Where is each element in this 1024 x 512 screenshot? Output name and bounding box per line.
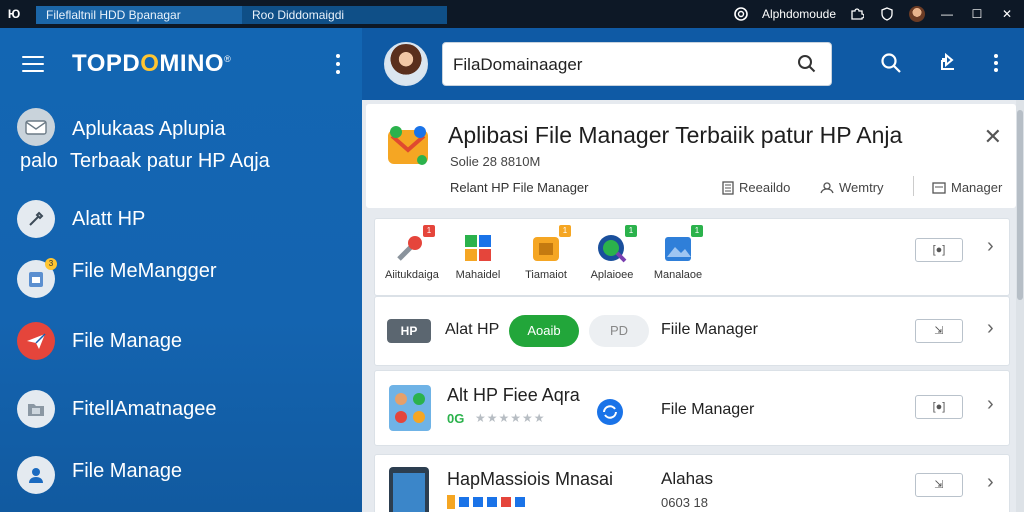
secondary-button[interactable]: PD — [589, 315, 649, 347]
sidebar-item-aplikasi[interactable]: Aplukaas Aplupia palo Terbaak patur HP A… — [0, 100, 362, 190]
item-category: Alahas — [661, 469, 713, 488]
app-tile-5[interactable]: 1 Manalaoe — [653, 225, 703, 281]
scrollbar-thumb[interactable] — [1017, 110, 1023, 300]
search-icon[interactable] — [797, 54, 817, 79]
item-meta: 0603 18 — [661, 495, 708, 510]
send-icon — [17, 322, 55, 360]
row-action-button[interactable]: [●] — [915, 395, 963, 419]
item-category: File Manager — [661, 401, 755, 418]
app-detail-card: Aplibasi File Manager Terbaiik patur HP … — [366, 104, 1016, 208]
manager-button[interactable]: Manager — [932, 180, 1002, 195]
more-options-icon[interactable] — [336, 54, 340, 74]
apps-row: 1 Aiitukdaiga Mahaidel 1 Tiamaiot 1 Apla… — [374, 218, 1010, 296]
hamburger-icon[interactable] — [22, 56, 44, 72]
chevron-right-icon[interactable]: › — [987, 471, 994, 494]
warranty-button[interactable]: Wemtry — [820, 180, 884, 195]
puzzle-icon[interactable] — [848, 5, 866, 23]
star-rating: ★★★★★★ — [475, 411, 546, 425]
app-meta: Relant HP File Manager — [450, 180, 589, 195]
hp-badge: HP — [387, 319, 431, 343]
content-area: Aplibasi File Manager Terbaiik patur HP … — [362, 100, 1024, 512]
app-tile-1[interactable]: 1 Aiitukdaiga — [385, 225, 439, 281]
image-icon: 1 — [661, 225, 703, 265]
globe-icon: 1 — [595, 225, 637, 265]
notification-badge: 3 — [45, 258, 57, 270]
folder-icon — [17, 390, 55, 428]
sidebar-item-prefix: palo — [20, 150, 58, 172]
sidebar: TOPDOMINO® Aplukaas Aplupia palo Terbaak… — [0, 28, 362, 512]
user-icon — [17, 456, 55, 494]
list-item-hapmassiois[interactable]: HapMassiois Mnasai Alahas 0603 18 ⇲ › — [374, 454, 1010, 512]
app-icon[interactable]: Ю — [0, 7, 28, 21]
spiral-icon[interactable] — [732, 5, 750, 23]
tools-icon — [17, 200, 55, 238]
sidebar-item-file-manage[interactable]: File Manage — [0, 322, 362, 378]
divider — [913, 176, 914, 196]
chevron-right-icon[interactable]: › — [987, 317, 994, 340]
list-item-alat-hp[interactable]: HP Alat HP Aoaib PD Fiile Manager ⇲ › — [374, 296, 1010, 366]
person-icon — [820, 181, 834, 193]
file-icon: 3 — [17, 258, 57, 298]
logo[interactable]: TOPDOMINO® — [72, 50, 231, 78]
sidebar-item-label: File Manage — [72, 460, 183, 482]
account-label[interactable]: Alphdomoude — [762, 7, 836, 21]
sidebar-item-label: Alatt HP — [72, 208, 146, 230]
calendar-icon — [447, 495, 547, 509]
sidebar-header: TOPDOMINO® — [0, 28, 362, 100]
chevron-right-icon[interactable]: › — [987, 393, 994, 416]
tab-domain[interactable]: Roo Diddomaigdi — [242, 6, 447, 24]
row-action-button[interactable]: [●] — [915, 238, 963, 262]
app-tile-3[interactable]: 1 Tiamaiot — [521, 225, 571, 281]
rating-prefix: 0G — [447, 411, 465, 426]
item-title: HapMassiois Mnasai — [447, 469, 614, 489]
readme-button[interactable]: Reeaildo — [722, 180, 790, 195]
minimize-icon[interactable]: — — [938, 5, 956, 23]
search-icon[interactable] — [880, 52, 902, 79]
chevron-right-icon[interactable]: › — [987, 235, 994, 258]
profile-avatar[interactable] — [908, 5, 926, 23]
shield-icon[interactable] — [878, 5, 896, 23]
window-icon — [932, 181, 946, 194]
row-action-button[interactable]: ⇲ — [915, 319, 963, 343]
avatar[interactable] — [384, 42, 428, 86]
sidebar-item-fitell[interactable]: FitellAmatnagee — [0, 390, 362, 446]
app-title: Aplibasi File Manager Terbaiik patur HP … — [448, 122, 903, 148]
sidebar-item-label: Aplukaas Aplupia — [72, 118, 226, 140]
app-subtitle: Solie 28 8810M — [450, 154, 541, 169]
app-tile-4[interactable]: 1 Aplaioee — [587, 225, 637, 281]
title-bar: Ю Fileflaltnil HDD Bpanagar Roo Diddomai… — [0, 0, 1024, 28]
sidebar-item-file-manage-2[interactable]: File Manage — [0, 452, 362, 508]
mail-icon — [17, 108, 55, 146]
install-button[interactable]: Aoaib — [509, 315, 579, 347]
search-input[interactable]: FilaDomainaager — [453, 55, 582, 75]
sidebar-item-label: File Manage — [72, 330, 183, 352]
sidebar-item-label: FitellAmatnagee — [72, 398, 217, 420]
row-action-button[interactable]: ⇲ — [915, 473, 963, 497]
close-icon[interactable]: ✕ — [998, 5, 1016, 23]
more-options-icon[interactable] — [994, 54, 998, 77]
item-title: Alat HP — [445, 321, 500, 338]
phone-icon — [389, 467, 429, 512]
tools-icon: 1 — [393, 225, 435, 265]
app-thumbnail — [389, 385, 431, 431]
sync-icon[interactable] — [595, 397, 625, 427]
file-manager-app-icon — [384, 122, 432, 170]
tab-file-manager[interactable]: Fileflaltnil HDD Bpanagar — [36, 6, 242, 24]
item-category: Fiile Manager — [661, 321, 758, 338]
sidebar-item-file-manager[interactable]: 3 File MeMangger — [0, 254, 362, 310]
top-bar: FilaDomainaager — [362, 28, 1024, 100]
sidebar-item-label: File MeMangger — [72, 260, 217, 282]
list-item-alt-hp[interactable]: Alt HP Fiee Aqra 0G ★★★★★★ File Manager … — [374, 370, 1010, 446]
share-icon[interactable] — [938, 52, 958, 77]
sidebar-item-alat-hp[interactable]: Alatt HP — [0, 196, 362, 252]
search-box[interactable]: FilaDomainaager — [442, 42, 832, 86]
app-tile-2[interactable]: Mahaidel — [453, 231, 503, 281]
document-icon — [722, 180, 734, 195]
sidebar-item-label: Terbaak patur HP Aqja — [70, 150, 270, 172]
close-icon[interactable]: ✕ — [984, 124, 1002, 150]
maximize-icon[interactable]: ☐ — [968, 5, 986, 23]
item-title: Alt HP Fiee Aqra — [447, 385, 580, 405]
apps-icon — [461, 231, 495, 265]
folder-icon: 1 — [529, 225, 571, 265]
